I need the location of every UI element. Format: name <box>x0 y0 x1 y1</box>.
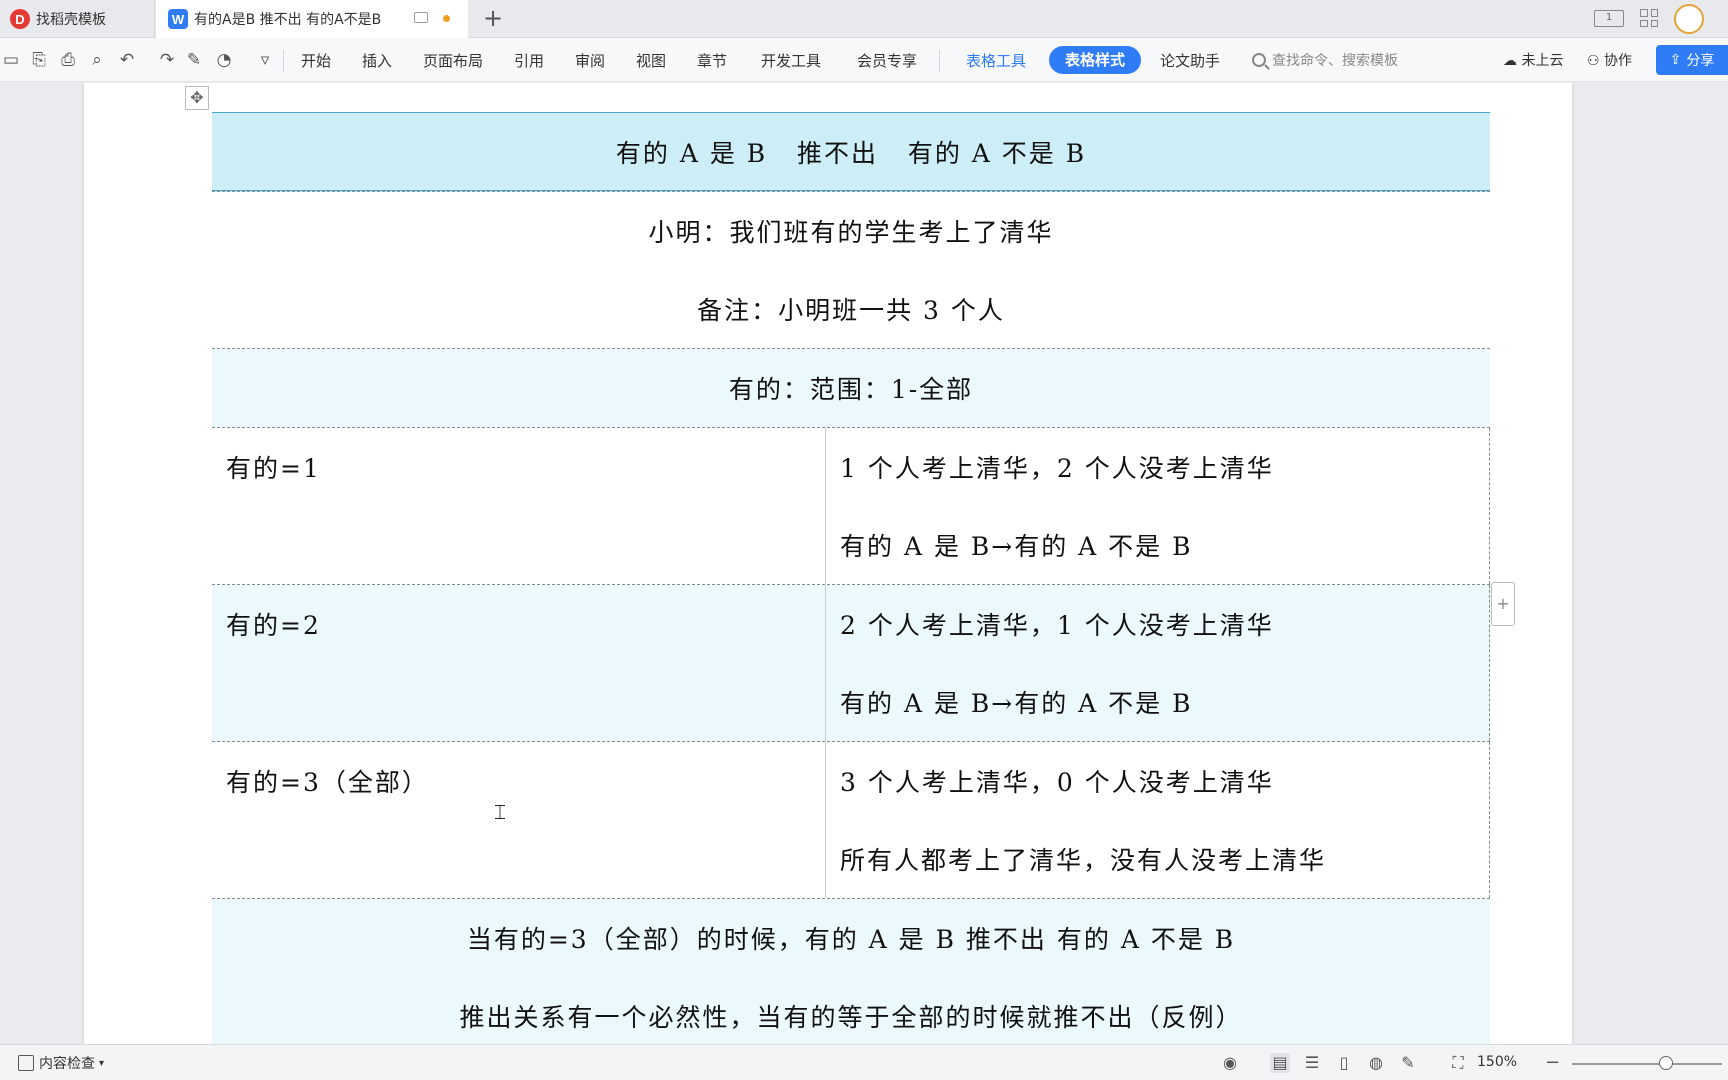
cloud-status-button[interactable]: ☁ 未上云 <box>1503 50 1563 70</box>
tab-title: 有的A是B 推不出 有的A不是B <box>194 12 382 28</box>
add-column-button[interactable]: + <box>1491 582 1515 626</box>
zoom-out-button[interactable]: − <box>1545 1052 1560 1073</box>
outline-view-icon[interactable]: ☰ <box>1302 1053 1322 1073</box>
edit-pen-icon[interactable]: ✎ <box>1398 1053 1418 1073</box>
reading-view-icon[interactable]: ▯ <box>1334 1053 1354 1073</box>
web-view-icon[interactable]: ◍ <box>1366 1053 1386 1073</box>
toolbar-divider <box>283 50 284 72</box>
shapes-icon[interactable]: ◔ <box>213 49 235 71</box>
menu-page-layout[interactable]: 页面布局 <box>423 50 483 71</box>
docer-logo-icon: D <box>10 9 30 29</box>
tab-bar: D 找稻壳模板 W 有的A是B 推不出 有的A不是B + 1 <box>0 0 1728 38</box>
menu-view[interactable]: 视图 <box>636 50 666 71</box>
case-detail: 1 个人考上清华，2 个人没考上清华 <box>840 454 1274 483</box>
menu-table-tools[interactable]: 表格工具 <box>966 50 1026 71</box>
export-pdf-icon[interactable]: ⎘ <box>28 49 50 71</box>
print-preview-icon[interactable]: ⌕ <box>86 49 108 71</box>
chevron-down-icon: ▾ <box>99 1057 105 1069</box>
table-title-row[interactable]: 有的 A 是 B 推不出 有的 A 不是 B <box>212 112 1490 192</box>
undo-icon[interactable]: ↶ <box>116 49 138 71</box>
intro-statement: 小明：我们班有的学生考上了清华 <box>648 218 1054 247</box>
table-title: 有的 A 是 B 推不出 有的 A 不是 B <box>212 113 1490 191</box>
more-dropdown-icon[interactable]: ▿ <box>254 49 276 71</box>
menu-thesis-helper[interactable]: 论文助手 <box>1160 50 1220 71</box>
document-table[interactable]: 有的 A 是 B 推不出 有的 A 不是 B 小明：我们班有的学生考上了清华 备… <box>212 112 1490 1055</box>
range-text: 有的：范围：1-全部 <box>728 375 974 404</box>
zoom-level[interactable]: 150% <box>1477 1054 1517 1070</box>
menu-references[interactable]: 引用 <box>514 50 544 71</box>
status-bar: 内容检查 ▾ ◉ ▤ ☰ ▯ ◍ ✎ ⛶ 150% − <box>0 1044 1728 1080</box>
menu-table-style[interactable]: 表格样式 <box>1049 46 1141 74</box>
unsaved-dot-icon <box>443 15 450 22</box>
zoom-slider-thumb[interactable] <box>1659 1056 1673 1070</box>
intro-note: 备注：小明班一共 3 个人 <box>697 296 1005 325</box>
search-icon <box>1252 53 1266 67</box>
case-label: 有的=3（全部） <box>226 768 429 797</box>
menu-start[interactable]: 开始 <box>301 50 331 71</box>
share-button[interactable]: ⇪ 分享 <box>1656 45 1728 75</box>
menu-review[interactable]: 审阅 <box>575 50 605 71</box>
save-icon[interactable]: ▭ <box>0 49 22 71</box>
avatar[interactable] <box>1674 4 1704 34</box>
new-tab-button[interactable]: + <box>478 4 508 34</box>
table-row[interactable]: 有的=1 1 个人考上清华，2 个人没考上清华 有的 A 是 B→有的 A 不是… <box>212 428 1490 585</box>
content-check-icon <box>18 1055 34 1071</box>
share-label: 分享 <box>1686 53 1715 69</box>
page-view-icon[interactable]: ▤ <box>1270 1053 1290 1073</box>
apps-grid-icon[interactable] <box>1640 9 1658 27</box>
menu-member[interactable]: 会员专享 <box>857 50 917 71</box>
toolbar-divider <box>939 50 940 72</box>
wps-writer-logo-icon: W <box>168 9 188 29</box>
menu-chapter[interactable]: 章节 <box>697 50 727 71</box>
tab-docer-templates[interactable]: D 找稻壳模板 <box>0 0 155 38</box>
eye-protection-icon[interactable]: ◉ <box>1220 1053 1240 1073</box>
conclusion-line: 当有的=3（全部）的时候，有的 A 是 B 推不出 有的 A 不是 B <box>466 925 1236 954</box>
case-label: 有的=2 <box>226 611 321 640</box>
collaborate-label: 协作 <box>1604 53 1633 69</box>
table-range-row[interactable]: 有的：范围：1-全部 <box>212 349 1490 428</box>
menu-insert[interactable]: 插入 <box>362 50 392 71</box>
window-layout-icon[interactable]: 1 <box>1594 10 1624 27</box>
collaborate-button[interactable]: ⚇ 协作 <box>1587 50 1632 70</box>
text-cursor-icon: ⌶ <box>494 800 506 824</box>
menu-developer[interactable]: 开发工具 <box>761 50 821 71</box>
print-icon[interactable]: ⎙ <box>57 49 79 71</box>
tab-active-document[interactable]: W 有的A是B 推不出 有的A不是B <box>156 0 468 38</box>
ribbon-toolbar: ▭ ⎘ ⎙ ⌕ ↶ ↷ ✎ ◔ ▿ 开始 插入 页面布局 引用 审阅 视图 章节… <box>0 38 1728 82</box>
case-label: 有的=1 <box>226 454 321 483</box>
content-check-label: 内容检查 <box>39 1056 95 1072</box>
tab-title: 找稻壳模板 <box>36 12 106 28</box>
fit-page-icon[interactable]: ⛶ <box>1448 1053 1468 1073</box>
case-inference: 有的 A 是 B→有的 A 不是 B <box>840 689 1193 718</box>
table-conclusion-row[interactable]: 当有的=3（全部）的时候，有的 A 是 B 推不出 有的 A 不是 B 推出关系… <box>212 899 1490 1055</box>
content-check-button[interactable]: 内容检查 ▾ <box>18 1053 104 1073</box>
share-icon: ⇪ <box>1669 52 1682 68</box>
format-painter-icon[interactable]: ✎ <box>183 49 205 71</box>
table-row[interactable]: 有的=3（全部） 3 个人考上清华，0 个人没考上清华 所有人都考上了清华，没有… <box>212 742 1490 899</box>
cloud-status-label: 未上云 <box>1521 53 1564 69</box>
table-row[interactable]: 有的=2 2 个人考上清华，1 个人没考上清华 有的 A 是 B→有的 A 不是… <box>212 585 1490 742</box>
case-inference: 有的 A 是 B→有的 A 不是 B <box>840 532 1193 561</box>
case-detail: 2 个人考上清华，1 个人没考上清华 <box>840 611 1274 640</box>
zoom-slider-track[interactable] <box>1572 1063 1722 1065</box>
case-detail: 3 个人考上清华，0 个人没考上清华 <box>840 768 1274 797</box>
command-search[interactable]: 查找命令、搜索模板 <box>1252 49 1398 71</box>
screen-share-icon[interactable] <box>414 12 428 23</box>
table-move-handle-icon[interactable]: ✥ <box>185 86 209 110</box>
redo-icon[interactable]: ↷ <box>156 49 178 71</box>
case-inference: 所有人都考上了清华，没有人没考上清华 <box>840 846 1327 875</box>
search-placeholder: 查找命令、搜索模板 <box>1272 53 1398 69</box>
table-intro-row[interactable]: 小明：我们班有的学生考上了清华 备注：小明班一共 3 个人 <box>212 192 1490 349</box>
